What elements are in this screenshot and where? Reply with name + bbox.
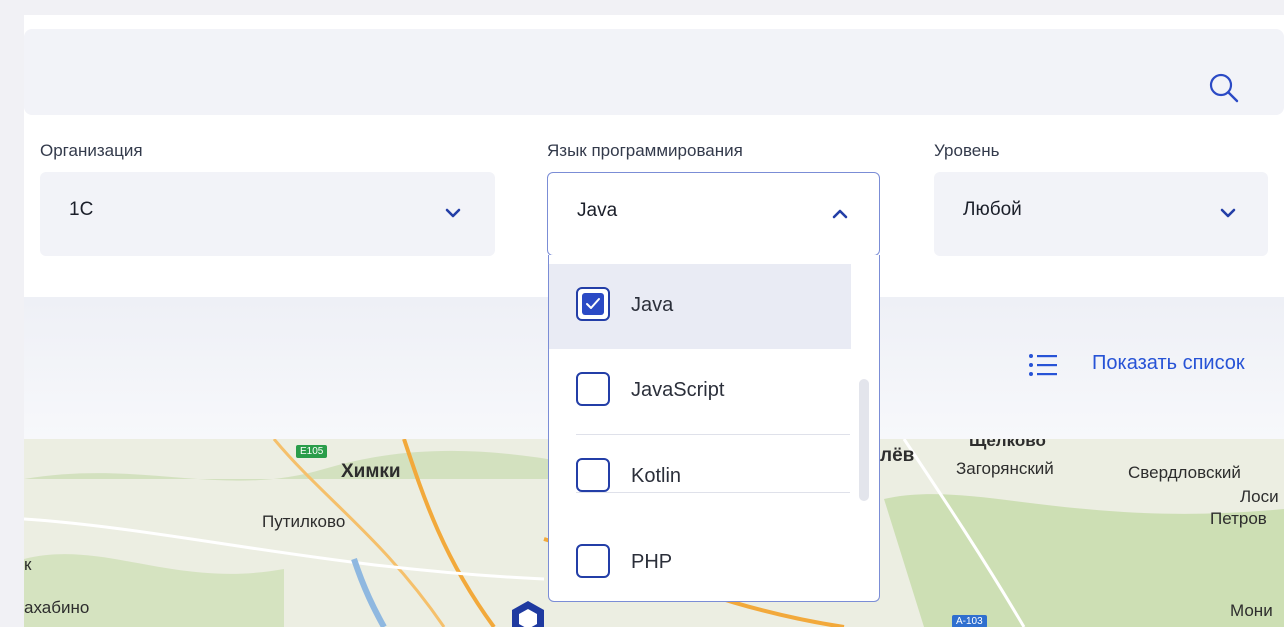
map-label: лёв [880,445,915,466]
map-label: к [24,555,32,574]
language-value: Java [577,200,618,221]
map-label: Мони [1230,601,1273,620]
option-label: JavaScript [631,379,725,401]
dropdown-scrollbar[interactable] [859,379,869,501]
level-value: Любой [963,199,1022,220]
map-marker-icon[interactable] [508,599,548,627]
option-label: Java [631,294,674,316]
check-icon [586,298,600,309]
level-select[interactable]: Любой [934,172,1268,256]
language-select[interactable]: Java [547,172,880,256]
checkbox-checked[interactable] [576,287,610,321]
option-javascript[interactable]: JavaScript [549,349,851,434]
map-label: Загорянский [956,459,1054,478]
show-list-link[interactable]: Показать список [1092,352,1245,375]
chevron-up-icon [832,209,848,219]
map-label: Петров [1210,509,1267,528]
level-label: Уровень [934,141,1000,160]
road-badge-e105: E105 [296,445,328,458]
road-badge-a103: A-103 [952,615,987,627]
map-label: ахабино [24,598,90,617]
map-label: Путилково [262,512,346,531]
divider [576,492,850,493]
option-kotlin[interactable]: Kotlin [549,435,851,520]
list-icon[interactable] [1028,352,1058,378]
option-label: PHP [631,551,673,573]
option-java[interactable]: Java [549,264,851,349]
search-input[interactable] [44,49,1164,95]
organization-label: Организация [40,141,143,160]
language-dropdown: Java JavaScript Kotlin PHP [548,255,880,602]
map-label: Щелково [969,439,1046,450]
option-php[interactable]: PHP [549,521,851,601]
organization-select[interactable]: 1С [40,172,495,256]
map-label: Свердловский [1128,463,1241,482]
map-label: Лоси [1240,487,1279,506]
checkbox[interactable] [576,544,610,578]
search-icon[interactable] [1207,71,1241,105]
map-label: Химки [341,461,401,482]
chevron-down-icon [1220,208,1236,218]
chevron-down-icon [445,208,461,218]
checkbox[interactable] [576,458,610,492]
option-label: Kotlin [631,465,682,487]
organization-value: 1С [69,199,94,220]
checkbox[interactable] [576,372,610,406]
language-label: Язык программирования [547,141,743,160]
search-bar[interactable] [24,29,1284,115]
